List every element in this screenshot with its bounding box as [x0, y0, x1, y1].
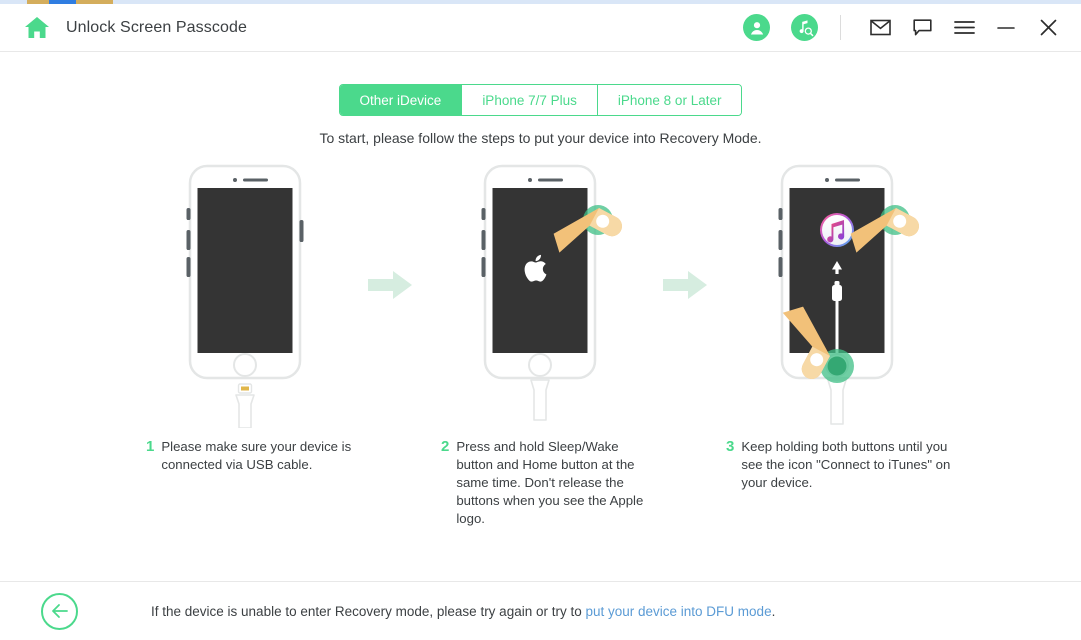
illustration-step-1	[118, 158, 368, 429]
step-text: Press and hold Sleep/Wake button and Hom…	[456, 439, 644, 526]
step-item: 1 Please make sure your device is connec…	[146, 438, 361, 474]
music-search-icon[interactable]	[791, 14, 818, 41]
step-text: Keep holding both buttons until you see …	[741, 439, 951, 490]
steps-list: 1 Please make sure your device is connec…	[0, 438, 1081, 548]
hamburger-menu-icon[interactable]	[947, 11, 981, 45]
home-icon[interactable]	[24, 16, 50, 40]
page-title: Unlock Screen Passcode	[66, 18, 247, 36]
back-button[interactable]	[41, 592, 78, 630]
illustration-step-2	[413, 158, 663, 428]
device-type-tabs: Other iDevice iPhone 7/7 Plus iPhone 8 o…	[0, 84, 1081, 116]
step-number: 1	[146, 438, 155, 455]
close-icon[interactable]	[1031, 11, 1065, 45]
tab-other-idevice[interactable]: Other iDevice	[339, 85, 463, 115]
account-icon[interactable]	[743, 14, 770, 41]
title-bar: Unlock Screen Passcode	[0, 4, 1081, 52]
footer-message: If the device is unable to enter Recover…	[151, 604, 775, 619]
illustration-row	[0, 158, 1081, 429]
footer-bar: If the device is unable to enter Recover…	[0, 581, 1081, 640]
step-item: 2 Press and hold Sleep/Wake button and H…	[441, 438, 653, 528]
footer-text-after: .	[771, 603, 776, 619]
illustration-step-3	[710, 158, 960, 428]
window-controls	[743, 4, 1081, 51]
step-number: 2	[441, 438, 450, 455]
step-number: 3	[726, 438, 735, 455]
flow-arrow-1	[368, 271, 412, 299]
step-text: Please make sure your device is connecte…	[161, 439, 352, 472]
tab-iphone-7[interactable]: iPhone 7/7 Plus	[462, 85, 598, 115]
minimize-icon[interactable]	[989, 11, 1023, 45]
tab-iphone-8-or-later[interactable]: iPhone 8 or Later	[597, 85, 742, 115]
toolbar-divider	[840, 15, 841, 40]
step-item: 3 Keep holding both buttons until you se…	[726, 438, 958, 492]
flow-arrow-2	[663, 271, 707, 299]
dfu-mode-link[interactable]: put your device into DFU mode	[585, 604, 771, 619]
instruction-subtitle: To start, please follow the steps to put…	[319, 130, 762, 146]
feedback-icon[interactable]	[905, 11, 939, 45]
mail-icon[interactable]	[863, 11, 897, 45]
back-arrow-icon	[51, 604, 68, 618]
application-window: Unlock Screen Passcode Other iDevice iPh…	[0, 4, 1081, 640]
footer-text-before: If the device is unable to enter Recover…	[151, 603, 586, 619]
